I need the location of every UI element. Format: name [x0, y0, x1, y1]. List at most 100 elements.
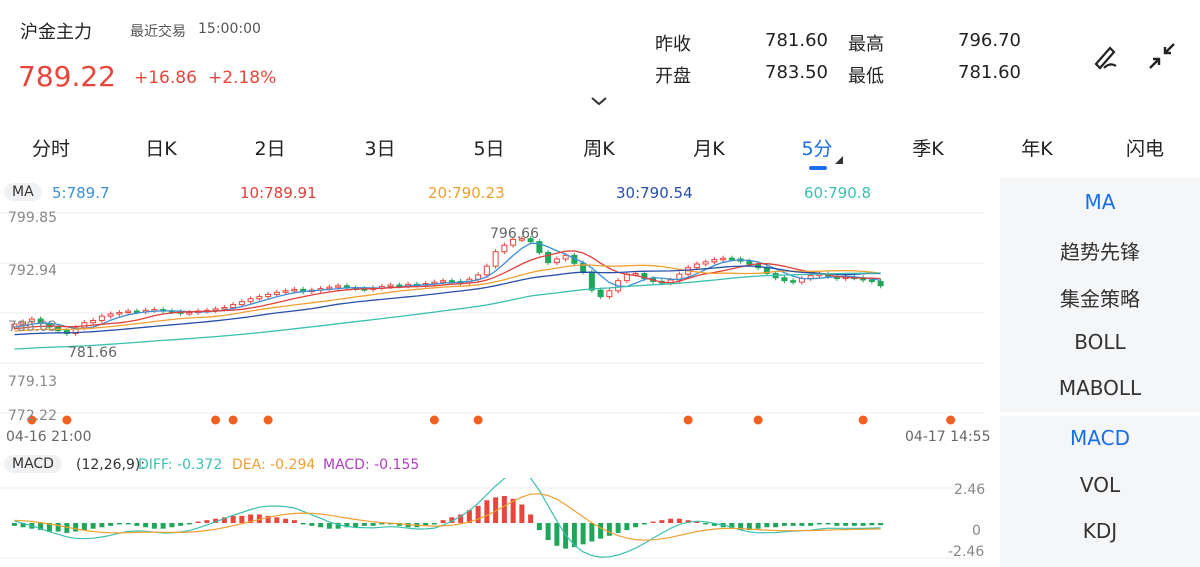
macd-bar: [615, 523, 621, 533]
macd-chart[interactable]: [0, 478, 990, 563]
macd-bar: [755, 523, 761, 529]
macd-bar: [650, 521, 656, 523]
current-price: 789.22: [18, 60, 116, 93]
macd-params: (12,26,9):: [76, 457, 146, 473]
candle-body: [326, 286, 333, 290]
tab-yearly-k[interactable]: 年K: [1021, 134, 1052, 161]
candle-body: [711, 259, 718, 263]
candle-body: [212, 308, 219, 311]
macd-bar: [116, 523, 122, 525]
low-value: 781.60: [958, 62, 1021, 83]
indicator-boll[interactable]: BOLL: [1000, 330, 1200, 354]
macd-bar: [790, 523, 796, 526]
macd-axis-tick: 0: [972, 523, 981, 539]
high-label: 最高: [848, 34, 884, 55]
ma-indicator-tag[interactable]: MA: [4, 183, 42, 201]
ma60-value: 60:790.8: [804, 184, 872, 202]
macd-bar: [178, 523, 184, 526]
signal-dot: [946, 415, 956, 425]
candle-body: [720, 257, 727, 261]
indicator-vol[interactable]: VOL: [1000, 473, 1200, 497]
candle-body: [702, 261, 709, 265]
tab-flash[interactable]: 闪电: [1126, 134, 1164, 161]
macd-bar: [81, 523, 87, 531]
macd-bar: [318, 523, 324, 528]
prev-close-label: 昨收: [655, 34, 691, 55]
time-axis-start: 04-16 21:00: [6, 429, 92, 445]
macd-bar: [11, 523, 17, 526]
price-axis-tick: 779.13: [8, 374, 57, 390]
tab-2day[interactable]: 2日: [254, 134, 285, 161]
signal-dot: [62, 415, 72, 425]
ma5-value: 5:789.7: [52, 184, 110, 202]
max-price-annotation: 796.66: [490, 226, 539, 242]
tab-quarterly-k[interactable]: 季K: [912, 134, 943, 161]
ma20-line: [14, 264, 881, 332]
candle-body: [125, 310, 132, 314]
signal-dot: [473, 415, 483, 425]
macd-bar: [641, 523, 647, 525]
macd-bar: [545, 523, 551, 541]
macd-bar: [834, 523, 840, 526]
macd-axis-tick: -2.46: [948, 544, 985, 560]
price-change-pct: +2.18%: [208, 68, 277, 88]
macd-bar: [195, 521, 201, 523]
indicator-maboll[interactable]: MABOLL: [1000, 376, 1200, 400]
collapse-icon[interactable]: [1146, 40, 1178, 72]
candle-body: [606, 290, 613, 298]
tab-daily-k[interactable]: 日K: [145, 134, 176, 161]
draw-pen-icon[interactable]: [1090, 40, 1122, 72]
tab-3day[interactable]: 3日: [364, 134, 395, 161]
diff-line: [14, 478, 881, 558]
macd-indicator-tag[interactable]: MACD: [4, 455, 62, 473]
macd-bar: [143, 523, 149, 528]
macd-bar: [764, 523, 770, 528]
macd-bar: [326, 523, 332, 529]
candle-body: [597, 289, 604, 298]
dropdown-corner-icon[interactable]: [835, 156, 843, 164]
indicator-kdj[interactable]: KDJ: [1000, 519, 1200, 543]
low-label: 最低: [848, 66, 884, 87]
signal-dot: [429, 415, 439, 425]
macd-histogram-value: MACD: -0.155: [323, 457, 420, 473]
macd-bar: [580, 523, 586, 545]
last-trade-time: 15:00:00: [198, 21, 261, 37]
indicator-gold-strategy[interactable]: 集金策略: [1000, 283, 1200, 312]
high-value: 796.70: [958, 30, 1021, 51]
signal-dot: [753, 415, 763, 425]
tab-weekly-k[interactable]: 周K: [583, 134, 614, 161]
macd-bar: [598, 523, 604, 539]
macd-bar: [90, 523, 96, 529]
macd-bar: [606, 523, 612, 536]
candle-body: [265, 293, 272, 298]
tab-5day[interactable]: 5日: [473, 134, 504, 161]
candle-body: [746, 260, 753, 265]
signal-dot: [263, 415, 273, 425]
macd-bar: [668, 518, 674, 523]
candle-body: [291, 288, 298, 292]
tab-5min[interactable]: 5分: [801, 134, 832, 161]
indicator-trend-pioneer[interactable]: 趋势先锋: [1000, 236, 1200, 265]
tab-monthly-k[interactable]: 月K: [693, 134, 724, 161]
macd-bar: [501, 495, 507, 523]
ma5-line: [14, 242, 881, 330]
candle-body: [256, 296, 263, 300]
macd-bar: [134, 523, 140, 526]
macd-bar: [99, 523, 105, 528]
candle-body: [807, 275, 814, 280]
candle-body: [221, 306, 228, 310]
macd-bar: [108, 523, 114, 526]
macd-bar: [475, 505, 481, 523]
tab-timeshare[interactable]: 分时: [32, 134, 70, 161]
macd-bar: [703, 523, 709, 525]
indicator-ma[interactable]: MA: [1000, 190, 1200, 214]
expand-chevron-icon[interactable]: [590, 96, 608, 106]
macd-bar: [633, 523, 639, 528]
indicator-macd[interactable]: MACD: [1000, 426, 1200, 450]
signal-dot: [211, 415, 221, 425]
macd-bar: [589, 523, 595, 542]
macd-bar: [309, 523, 315, 526]
macd-bar: [274, 517, 280, 523]
candle-body: [588, 271, 595, 291]
macd-bar: [781, 523, 787, 526]
